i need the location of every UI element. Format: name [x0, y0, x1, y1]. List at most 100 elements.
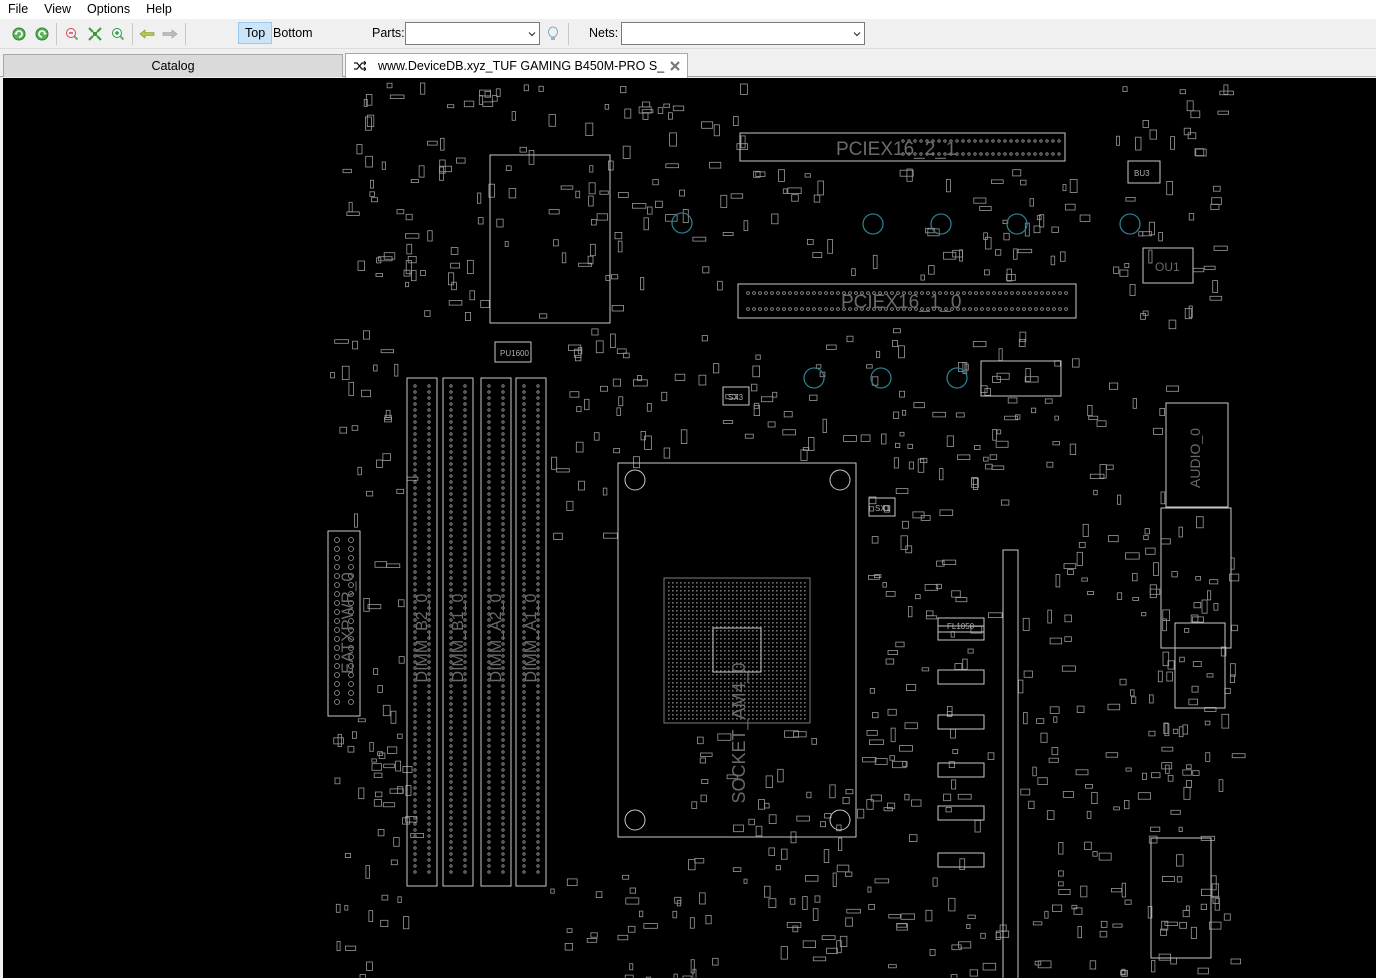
socket-pin [772, 670, 774, 672]
socket-pin [716, 678, 718, 680]
pcb-pad [463, 870, 467, 874]
socket-pin [712, 710, 714, 712]
parts-combo[interactable] [405, 22, 540, 45]
socket-pin [708, 686, 710, 688]
socket-pin [748, 638, 750, 640]
socket-pin [804, 690, 806, 692]
socket-pin [668, 646, 670, 648]
socket-pin [772, 678, 774, 680]
menu-options[interactable]: Options [79, 0, 138, 19]
socket-pin [752, 610, 754, 612]
socket-pin [688, 690, 690, 692]
socket-pin [684, 698, 686, 700]
zoom-in-icon[interactable] [108, 24, 128, 44]
pcb-pad [487, 846, 491, 850]
pcb-component [1129, 284, 1136, 296]
socket-pin [676, 686, 678, 688]
socket-pin [772, 646, 774, 648]
socket-pin [688, 694, 690, 696]
pcb-pad [413, 420, 417, 424]
shuffle-icon[interactable] [354, 61, 366, 71]
pcb-pad [348, 564, 354, 570]
pcb-component [605, 275, 611, 281]
pcb-pad [427, 468, 431, 472]
pcb-pad [501, 474, 505, 478]
pcb-pad [501, 738, 505, 742]
pcb-pad [522, 384, 526, 388]
pcb-component [1064, 614, 1072, 623]
pcb-layout[interactable]: PCIEX16_2_1 PCIEX16_1_0 SOCKET_AM4_0 EAT… [3, 78, 1376, 978]
forward-arrow-icon[interactable] [160, 24, 180, 44]
pcb-pad [449, 810, 453, 814]
pcb-component [1052, 904, 1063, 912]
pcb-component [826, 947, 838, 954]
close-icon[interactable] [668, 59, 682, 73]
pcb-component [1209, 579, 1219, 585]
socket-pin [688, 638, 690, 640]
pcb-pad [427, 732, 431, 736]
pcb-pad [536, 726, 540, 730]
socket-pin [712, 590, 714, 592]
pcb-component [589, 165, 594, 173]
socket-pin [744, 606, 746, 608]
socket-pin [792, 634, 794, 636]
socket-pin [800, 654, 802, 656]
pcb-component [357, 466, 362, 476]
back-arrow-icon[interactable] [137, 24, 157, 44]
zoom-out-icon[interactable] [62, 24, 82, 44]
socket-pin [712, 690, 714, 692]
pcb-pad [449, 444, 453, 448]
nets-combo[interactable] [621, 22, 865, 45]
pcb-pad [348, 555, 354, 561]
pcb-component [1179, 89, 1186, 95]
socket-pin [704, 678, 706, 680]
rotate-left-icon[interactable] [9, 24, 29, 44]
socket-pin [748, 610, 750, 612]
pcb-pad [522, 486, 526, 490]
socket-pin [764, 630, 766, 632]
pcb-component [1085, 784, 1093, 789]
socket-pin [760, 678, 762, 680]
pcb-component [1037, 960, 1052, 969]
pcb-pad [501, 810, 505, 814]
pcb-component [344, 853, 351, 859]
pcb-component [895, 488, 909, 495]
bottom-side-toggle[interactable]: Bottom [267, 22, 319, 44]
pcb-pad [536, 414, 540, 418]
tab-catalog[interactable]: Catalog [3, 54, 343, 77]
socket-pin [672, 614, 674, 616]
pcb-pad [536, 708, 540, 712]
pcb-component [1124, 262, 1130, 268]
pcb-component [613, 448, 621, 454]
pcb-component [1221, 713, 1230, 729]
socket-pin [776, 698, 778, 700]
pcb-component [702, 266, 710, 274]
socket-pin [680, 682, 682, 684]
pcb-component [1087, 591, 1094, 595]
socket-pin [668, 598, 670, 600]
pcb-component [1178, 726, 1184, 738]
socket-pin [708, 662, 710, 664]
socket-pin [676, 594, 678, 596]
menu-file[interactable]: File [0, 0, 36, 19]
zoom-fit-icon[interactable] [85, 24, 105, 44]
pcb-component [1007, 397, 1018, 404]
tab-document[interactable]: www.DeviceDB.xyz_TUF GAMING B450M-PRO S_ [345, 53, 688, 78]
lightbulb-icon[interactable] [543, 24, 563, 44]
pcb-component [874, 758, 888, 765]
menu-view[interactable]: View [36, 0, 79, 19]
menu-help[interactable]: Help [138, 0, 180, 19]
socket-pin [684, 666, 686, 668]
socket-pin [672, 590, 674, 592]
pcb-pad [1057, 152, 1061, 156]
pcb-pad [449, 744, 453, 748]
pcb-pad [487, 456, 491, 460]
board-view[interactable]: PCIEX16_2_1 PCIEX16_1_0 SOCKET_AM4_0 EAT… [3, 78, 1376, 978]
pcb-component [1001, 499, 1010, 506]
pcb-pad [487, 864, 491, 868]
pcb-pad [463, 750, 467, 754]
socket-pin [756, 626, 758, 628]
pcb-component [1163, 722, 1169, 734]
rotate-right-icon[interactable] [32, 24, 52, 44]
pcb-component [566, 878, 578, 887]
